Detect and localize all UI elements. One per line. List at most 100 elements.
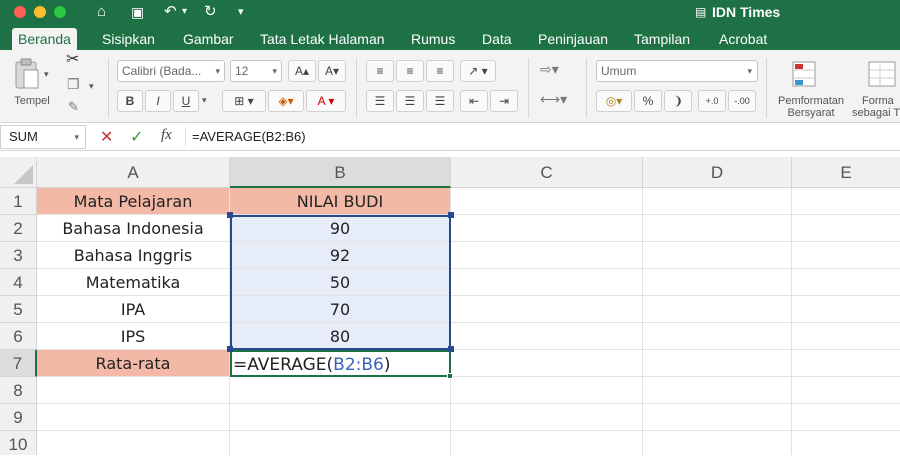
font-size-select[interactable]: 12 ▾ <box>230 60 282 82</box>
minimize-window-button[interactable] <box>34 6 46 18</box>
range-handle[interactable] <box>448 212 454 218</box>
cell-b1[interactable]: NILAI BUDI <box>230 188 451 215</box>
formula-input[interactable]: =AVERAGE(B2:B6) <box>192 129 306 144</box>
cell-c1[interactable] <box>451 188 643 215</box>
underline-dropdown-icon[interactable]: ▾ <box>202 94 207 107</box>
undo-dropdown-icon[interactable]: ▾ <box>182 3 187 21</box>
cell-b6[interactable]: 80 <box>230 323 451 350</box>
row-header-10[interactable]: 10 <box>0 431 37 455</box>
cell-d5[interactable] <box>643 296 792 323</box>
row-header-1[interactable]: 1 <box>0 188 37 215</box>
align-top-button[interactable]: ≡ <box>366 60 394 82</box>
save-icon[interactable]: ▣ <box>131 3 144 21</box>
cell-c10[interactable] <box>451 431 643 455</box>
decrease-decimal-button[interactable]: -.00 <box>728 90 756 112</box>
tab-peninjauan[interactable]: Peninjauan <box>532 28 614 50</box>
format-painter-icon[interactable]: ✎ <box>68 100 79 113</box>
cut-icon[interactable]: ✂ <box>66 52 79 68</box>
italic-button[interactable]: I <box>145 90 171 112</box>
column-header-e[interactable]: E <box>792 157 900 188</box>
number-format-select[interactable]: Umum ▾ <box>596 60 758 82</box>
row-header-3[interactable]: 3 <box>0 242 37 269</box>
decrease-indent-button[interactable]: ⇤ <box>460 90 488 112</box>
undo-icon[interactable]: ↶ <box>164 3 177 21</box>
merge-center-icon[interactable]: ⟷▾ <box>540 92 567 106</box>
increase-decimal-button[interactable]: +.0 <box>698 90 726 112</box>
tab-sisipkan[interactable]: Sisipkan <box>96 28 161 50</box>
insert-function-icon[interactable]: fx <box>161 127 172 144</box>
underline-button[interactable]: U <box>173 90 199 112</box>
row-header-8[interactable]: 8 <box>0 377 37 404</box>
align-left-button[interactable]: ☰ <box>366 90 394 112</box>
cell-b7-active[interactable]: =AVERAGE(B2:B6) <box>230 350 451 377</box>
cell-d1[interactable] <box>643 188 792 215</box>
comma-style-button[interactable]: ❩ <box>664 90 692 112</box>
close-window-button[interactable] <box>14 6 26 18</box>
row-header-9[interactable]: 9 <box>0 404 37 431</box>
conditional-formatting-button[interactable] <box>790 60 820 88</box>
paste-dropdown-icon[interactable]: ▾ <box>44 68 49 81</box>
cell-d8[interactable] <box>643 377 792 404</box>
cell-c7[interactable] <box>451 350 643 377</box>
range-handle[interactable] <box>448 346 454 352</box>
tab-acrobat[interactable]: Acrobat <box>713 28 773 50</box>
cell-d3[interactable] <box>643 242 792 269</box>
font-color-button[interactable]: A ▾ <box>306 90 346 112</box>
currency-button[interactable]: ◎▾ <box>596 90 632 112</box>
cell-d2[interactable] <box>643 215 792 242</box>
align-middle-button[interactable]: ≡ <box>396 60 424 82</box>
cell-e2[interactable] <box>792 215 900 242</box>
font-name-select[interactable]: Calibri (Bada... ▾ <box>117 60 225 82</box>
cell-e6[interactable] <box>792 323 900 350</box>
tab-tampilan[interactable]: Tampilan <box>628 28 696 50</box>
tab-gambar[interactable]: Gambar <box>177 28 240 50</box>
cell-a2[interactable]: Bahasa Indonesia <box>37 215 230 242</box>
cell-a9[interactable] <box>37 404 230 431</box>
cell-a10[interactable] <box>37 431 230 455</box>
name-box[interactable]: SUM ▾ <box>0 125 86 149</box>
column-header-a[interactable]: A <box>37 157 230 188</box>
paste-button[interactable] <box>12 56 42 92</box>
cell-c2[interactable] <box>451 215 643 242</box>
tab-data[interactable]: Data <box>476 28 518 50</box>
cell-e10[interactable] <box>792 431 900 455</box>
cell-b2[interactable]: 90 <box>230 215 451 242</box>
fill-handle[interactable] <box>447 373 453 379</box>
cell-b4[interactable]: 50 <box>230 269 451 296</box>
cell-c6[interactable] <box>451 323 643 350</box>
orientation-button[interactable]: ↗ ▾ <box>460 60 496 82</box>
cell-e3[interactable] <box>792 242 900 269</box>
row-header-6[interactable]: 6 <box>0 323 37 350</box>
cell-e7[interactable] <box>792 350 900 377</box>
range-handle[interactable] <box>227 212 233 218</box>
cell-e5[interactable] <box>792 296 900 323</box>
wrap-text-icon[interactable]: ⇨▾ <box>540 62 559 76</box>
home-icon[interactable]: ⌂ <box>97 3 106 21</box>
cell-a6[interactable]: IPS <box>37 323 230 350</box>
enter-icon[interactable]: ✓ <box>130 127 143 147</box>
cell-c8[interactable] <box>451 377 643 404</box>
redo-icon[interactable]: ↻ <box>204 3 217 21</box>
row-header-5[interactable]: 5 <box>0 296 37 323</box>
copy-icon[interactable]: ❐ <box>67 77 80 91</box>
cell-a8[interactable] <box>37 377 230 404</box>
decrease-font-button[interactable]: A▾ <box>318 60 346 82</box>
align-center-button[interactable]: ☰ <box>396 90 424 112</box>
cell-d6[interactable] <box>643 323 792 350</box>
customize-toolbar-icon[interactable]: ▾ <box>238 3 244 21</box>
cell-c3[interactable] <box>451 242 643 269</box>
cell-e4[interactable] <box>792 269 900 296</box>
tab-beranda[interactable]: Beranda <box>12 28 77 50</box>
cell-a3[interactable]: Bahasa Inggris <box>37 242 230 269</box>
format-as-table-button[interactable] <box>866 60 896 88</box>
cell-b5[interactable]: 70 <box>230 296 451 323</box>
cell-b3[interactable]: 92 <box>230 242 451 269</box>
row-header-7[interactable]: 7 <box>0 350 37 377</box>
column-header-b[interactable]: B <box>230 157 451 188</box>
cell-e1[interactable] <box>792 188 900 215</box>
tab-rumus[interactable]: Rumus <box>405 28 461 50</box>
cell-a7[interactable]: Rata-rata <box>37 350 230 377</box>
cell-c4[interactable] <box>451 269 643 296</box>
cell-c5[interactable] <box>451 296 643 323</box>
zoom-window-button[interactable] <box>54 6 66 18</box>
